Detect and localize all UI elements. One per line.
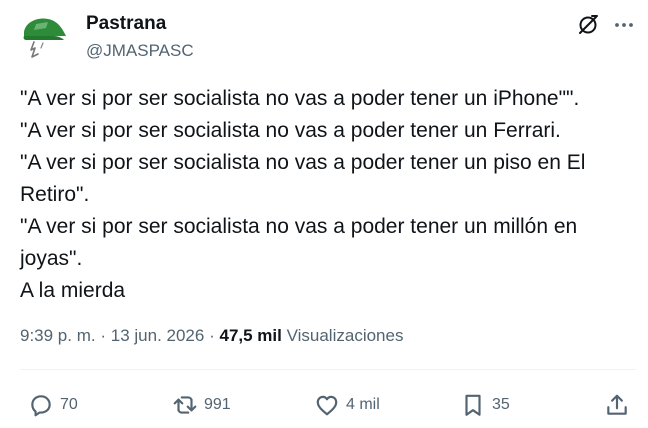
views-count: 47,5 mil [219,326,282,345]
retweet-button[interactable]: 991 [172,391,231,419]
tweet-line: Retiro". [20,183,90,206]
tweet-line: "A ver si por ser socialista no vas a po… [20,151,586,174]
tweet-card: Pastrana @JMASPASC "A ver si por ser soc… [0,0,648,428]
reply-icon [31,395,51,417]
green-cap-avatar-icon [23,18,66,58]
meta-separator: · [100,326,107,345]
tweet-time[interactable]: 9:39 p. m. [20,326,96,345]
tweet-meta: 9:39 p. m. · 13 jun. 2026 · 47,5 mil Vis… [20,326,403,346]
bookmark-count: 35 [492,396,510,413]
heart-icon [316,395,338,416]
tweet-line: "A ver si por ser socialista no vas a po… [20,119,561,142]
tweet-line: "A ver si por ser socialista no vas a po… [20,215,578,238]
tweet-text: "A ver si por ser socialista no vas a po… [20,83,630,307]
reply-count: 70 [60,396,78,413]
author-handle[interactable]: @JMASPASC [86,41,194,61]
retweet-icon [173,396,197,414]
retweet-count: 991 [204,396,231,413]
tweet-date[interactable]: 13 jun. 2026 [111,326,205,345]
tweet-line: joyas". [20,247,83,270]
share-icon [607,394,627,415]
reply-button[interactable]: 70 [28,391,78,419]
bookmark-button[interactable]: 35 [460,391,510,419]
more-icon[interactable] [612,13,636,37]
meta-separator: · [209,326,215,345]
share-button[interactable] [604,391,630,419]
views-label: Visualizaciones [286,326,404,345]
tweet-line: "A ver si por ser socialista no vas a po… [20,87,580,110]
bookmark-icon [465,394,481,416]
avatar[interactable] [18,10,70,62]
divider [20,369,636,370]
like-count: 4 mil [346,396,380,413]
tweet-line: A la mierda [20,279,126,302]
grok-icon[interactable] [576,13,600,37]
author-name[interactable]: Pastrana [86,13,166,35]
like-button[interactable]: 4 mil [314,391,380,419]
